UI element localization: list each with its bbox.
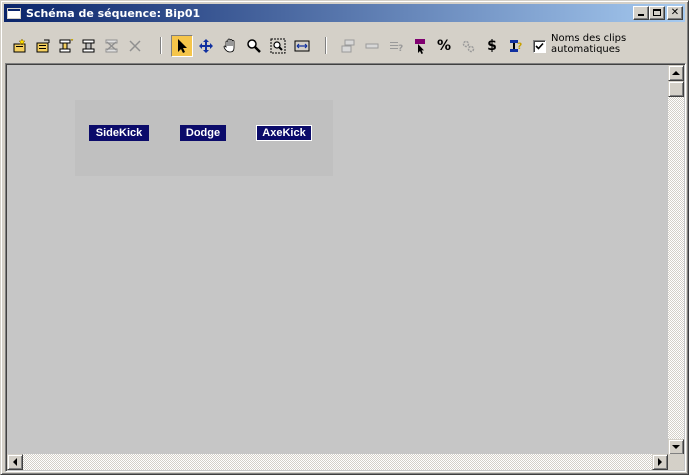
close-icon: ✕ — [670, 7, 680, 18]
cost-button[interactable]: $ — [481, 35, 503, 57]
optimize-icon — [462, 40, 475, 53]
move-tool-button[interactable] — [195, 35, 217, 57]
window-title: Schéma de séquence: Bip01 — [26, 6, 201, 20]
schematic-canvas[interactable]: SideKick Dodge AxeKick — [5, 63, 686, 472]
toolbar-separator — [160, 37, 162, 54]
open-clip-icon — [36, 39, 50, 53]
insert-group-icon — [82, 39, 95, 53]
move-icon — [199, 39, 213, 53]
insert-group-button[interactable] — [78, 35, 100, 57]
transition-icon — [365, 43, 379, 49]
title-bar[interactable]: Schéma de séquence: Bip01 ✕ — [4, 4, 685, 22]
random-transition-button[interactable]: ? — [505, 35, 527, 57]
select-color-icon — [415, 39, 425, 54]
new-clip-button[interactable] — [9, 35, 31, 57]
pan-hand-icon — [223, 38, 235, 53]
auto-clip-names-label: Noms des clips automatiques — [551, 33, 627, 55]
properties-button[interactable]: ? — [385, 35, 407, 57]
insert-clip-button[interactable] — [55, 35, 77, 57]
random-transition-icon: ? — [510, 40, 522, 52]
svg-text:?: ? — [398, 44, 403, 54]
delete-group-button[interactable] — [101, 35, 123, 57]
zoom-tool-button[interactable] — [243, 35, 265, 57]
minimize-button[interactable] — [633, 6, 649, 20]
scroll-up-button[interactable] — [668, 65, 684, 81]
percent-icon: % — [436, 38, 452, 54]
pan-tool-button[interactable] — [219, 35, 241, 57]
maximize-button[interactable] — [649, 6, 665, 20]
horizontal-scrollbar[interactable] — [7, 454, 668, 470]
sequence-schematic-window: Schéma de séquence: Bip01 ✕ ? % $ ? Noms… — [0, 0, 689, 475]
vertical-scroll-thumb[interactable] — [668, 81, 684, 97]
optimize-button[interactable] — [457, 35, 479, 57]
arrow-down-icon — [672, 445, 680, 449]
delete-button[interactable] — [124, 35, 146, 57]
clip-info-button[interactable] — [337, 35, 359, 57]
insert-clip-icon — [59, 38, 74, 53]
clip-info-icon — [341, 39, 355, 53]
scroll-right-button[interactable] — [652, 454, 668, 470]
window-icon — [7, 7, 21, 19]
arrow-right-icon — [658, 458, 662, 466]
transition-button[interactable] — [361, 35, 383, 57]
select-tool-button[interactable] — [171, 35, 193, 57]
minimize-icon — [638, 14, 644, 16]
select-arrow-icon — [178, 39, 187, 53]
svg-text:?: ? — [517, 42, 522, 52]
zoom-extents-icon — [294, 40, 310, 52]
percent-button[interactable]: % — [433, 35, 455, 57]
new-clip-icon — [13, 38, 26, 53]
zoom-region-button[interactable] — [267, 35, 289, 57]
select-color-button[interactable] — [409, 35, 431, 57]
clip-node-axekick[interactable]: AxeKick — [256, 125, 312, 141]
open-clip-button[interactable] — [32, 35, 54, 57]
zoom-icon — [247, 39, 261, 53]
checkmark-icon — [535, 42, 544, 50]
zoom-region-icon — [270, 38, 286, 54]
scroll-left-button[interactable] — [7, 454, 23, 470]
arrow-up-icon — [672, 71, 680, 75]
properties-icon: ? — [390, 42, 403, 54]
scroll-down-button[interactable] — [668, 439, 684, 455]
vertical-scrollbar[interactable] — [668, 65, 684, 455]
auto-clip-names-checkbox[interactable] — [533, 40, 546, 53]
maximize-icon — [653, 9, 661, 16]
toolbar: ? % $ ? Noms des clips automatiques — [5, 25, 686, 63]
delete-group-icon — [105, 39, 118, 53]
zoom-extents-button[interactable] — [291, 35, 313, 57]
toolbar-separator — [325, 37, 327, 54]
close-button[interactable]: ✕ — [667, 6, 683, 20]
clip-node-sidekick[interactable]: SideKick — [89, 125, 149, 141]
auto-clip-names-option[interactable]: Noms des clips automatiques — [533, 33, 646, 55]
scrollbar-corner — [668, 454, 684, 470]
arrow-left-icon — [13, 458, 17, 466]
delete-icon — [129, 40, 141, 52]
clip-node-dodge[interactable]: Dodge — [180, 125, 226, 141]
cost-icon: $ — [487, 38, 497, 54]
caption-buttons: ✕ — [633, 6, 683, 20]
